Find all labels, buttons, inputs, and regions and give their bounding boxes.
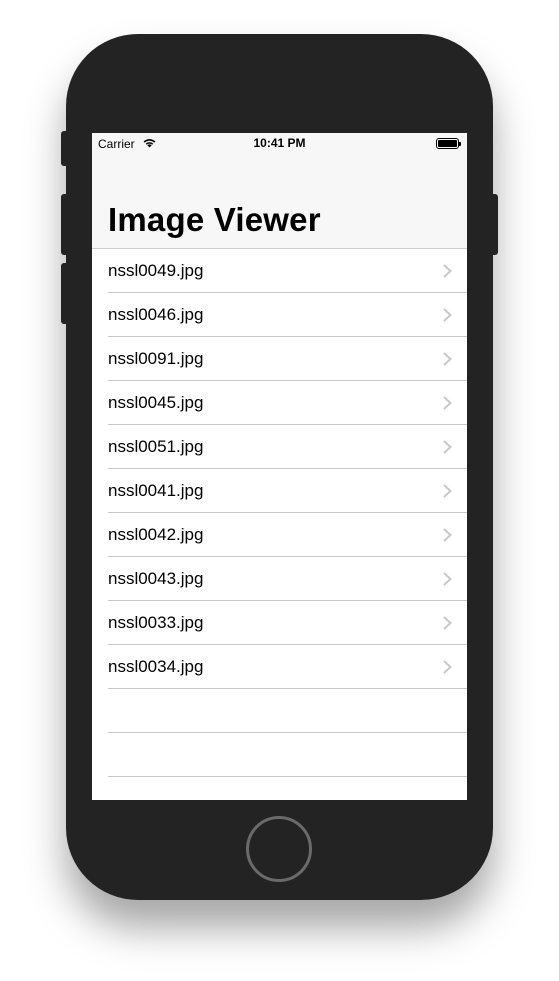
row-separator bbox=[108, 776, 467, 777]
list-item[interactable]: nssl0051.jpg bbox=[92, 425, 467, 469]
list-item[interactable]: nssl0091.jpg bbox=[92, 337, 467, 381]
chevron-right-icon bbox=[443, 264, 452, 278]
page-title: Image Viewer bbox=[108, 201, 321, 238]
list-item-label: nssl0045.jpg bbox=[108, 393, 204, 412]
list-item-label: nssl0043.jpg bbox=[108, 569, 204, 588]
list-item-label: nssl0042.jpg bbox=[108, 525, 204, 544]
chevron-right-icon bbox=[443, 660, 452, 674]
app-screen: Carrier 10:41 PM Image Viewer nssl0049.j… bbox=[92, 133, 467, 800]
chevron-right-icon bbox=[443, 308, 452, 322]
list-item-label: nssl0051.jpg bbox=[108, 437, 204, 456]
list-item[interactable]: nssl0043.jpg bbox=[92, 557, 467, 601]
list-item-label: nssl0033.jpg bbox=[108, 613, 204, 632]
empty-row bbox=[92, 733, 467, 777]
list-item-label: nssl0041.jpg bbox=[108, 481, 204, 500]
list-item[interactable]: nssl0034.jpg bbox=[92, 645, 467, 689]
list-item[interactable]: nssl0049.jpg bbox=[92, 249, 467, 293]
list-item[interactable]: nssl0046.jpg bbox=[92, 293, 467, 337]
list-item[interactable]: nssl0041.jpg bbox=[92, 469, 467, 513]
chevron-right-icon bbox=[443, 396, 452, 410]
list-item-label: nssl0046.jpg bbox=[108, 305, 204, 324]
chevron-right-icon bbox=[443, 352, 452, 366]
chevron-right-icon bbox=[443, 572, 452, 586]
chevron-right-icon bbox=[443, 616, 452, 630]
chevron-right-icon bbox=[443, 484, 452, 498]
list-item-label: nssl0034.jpg bbox=[108, 657, 204, 676]
list-item[interactable]: nssl0042.jpg bbox=[92, 513, 467, 557]
list-item-label: nssl0049.jpg bbox=[108, 261, 204, 280]
list-item[interactable]: nssl0045.jpg bbox=[92, 381, 467, 425]
image-list: nssl0049.jpg nssl0046.jpg nssl0091.jpg n… bbox=[92, 249, 467, 777]
list-item-label: nssl0091.jpg bbox=[108, 349, 204, 368]
chevron-right-icon bbox=[443, 528, 452, 542]
home-button[interactable] bbox=[246, 816, 312, 882]
status-bar: Carrier 10:41 PM bbox=[92, 133, 467, 153]
battery-icon bbox=[436, 138, 461, 149]
list-item[interactable]: nssl0033.jpg bbox=[92, 601, 467, 645]
navigation-bar: Image Viewer bbox=[92, 153, 467, 249]
empty-row bbox=[92, 689, 467, 733]
status-time: 10:41 PM bbox=[253, 136, 306, 150]
chevron-right-icon bbox=[443, 440, 452, 454]
